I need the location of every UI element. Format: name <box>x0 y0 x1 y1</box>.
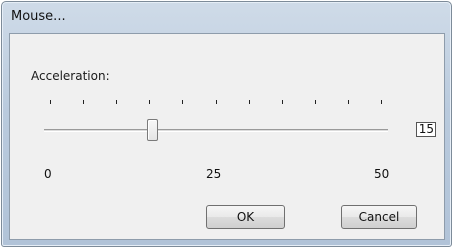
slider-tick <box>215 100 217 104</box>
scale-label-mid: 25 <box>206 167 222 181</box>
slider-tick <box>50 100 51 104</box>
slider-tick <box>83 100 85 104</box>
scale-label-max: 50 <box>374 167 390 181</box>
ok-button[interactable]: OK <box>206 205 285 229</box>
slider-tick <box>314 100 316 104</box>
slider-tick <box>381 100 382 104</box>
slider-tick <box>182 100 184 104</box>
slider-tick <box>248 100 250 104</box>
window-title: Mouse... <box>11 9 66 24</box>
acceleration-value-field: 15 <box>416 122 436 137</box>
acceleration-slider-thumb[interactable] <box>146 119 158 141</box>
mouse-dialog: Mouse... Acceleration: 15 0 25 50 OK Can… <box>1 1 452 247</box>
title-bar[interactable]: Mouse... <box>2 2 451 32</box>
slider-tick <box>149 100 151 104</box>
dialog-content: Acceleration: 15 0 25 50 OK Cancel <box>9 33 445 240</box>
slider-tick <box>347 100 349 104</box>
scale-label-min: 0 <box>44 167 52 181</box>
cancel-button[interactable]: Cancel <box>341 205 417 229</box>
acceleration-slider-track[interactable] <box>44 129 388 132</box>
slider-tick <box>281 100 283 104</box>
slider-tick <box>116 100 118 104</box>
